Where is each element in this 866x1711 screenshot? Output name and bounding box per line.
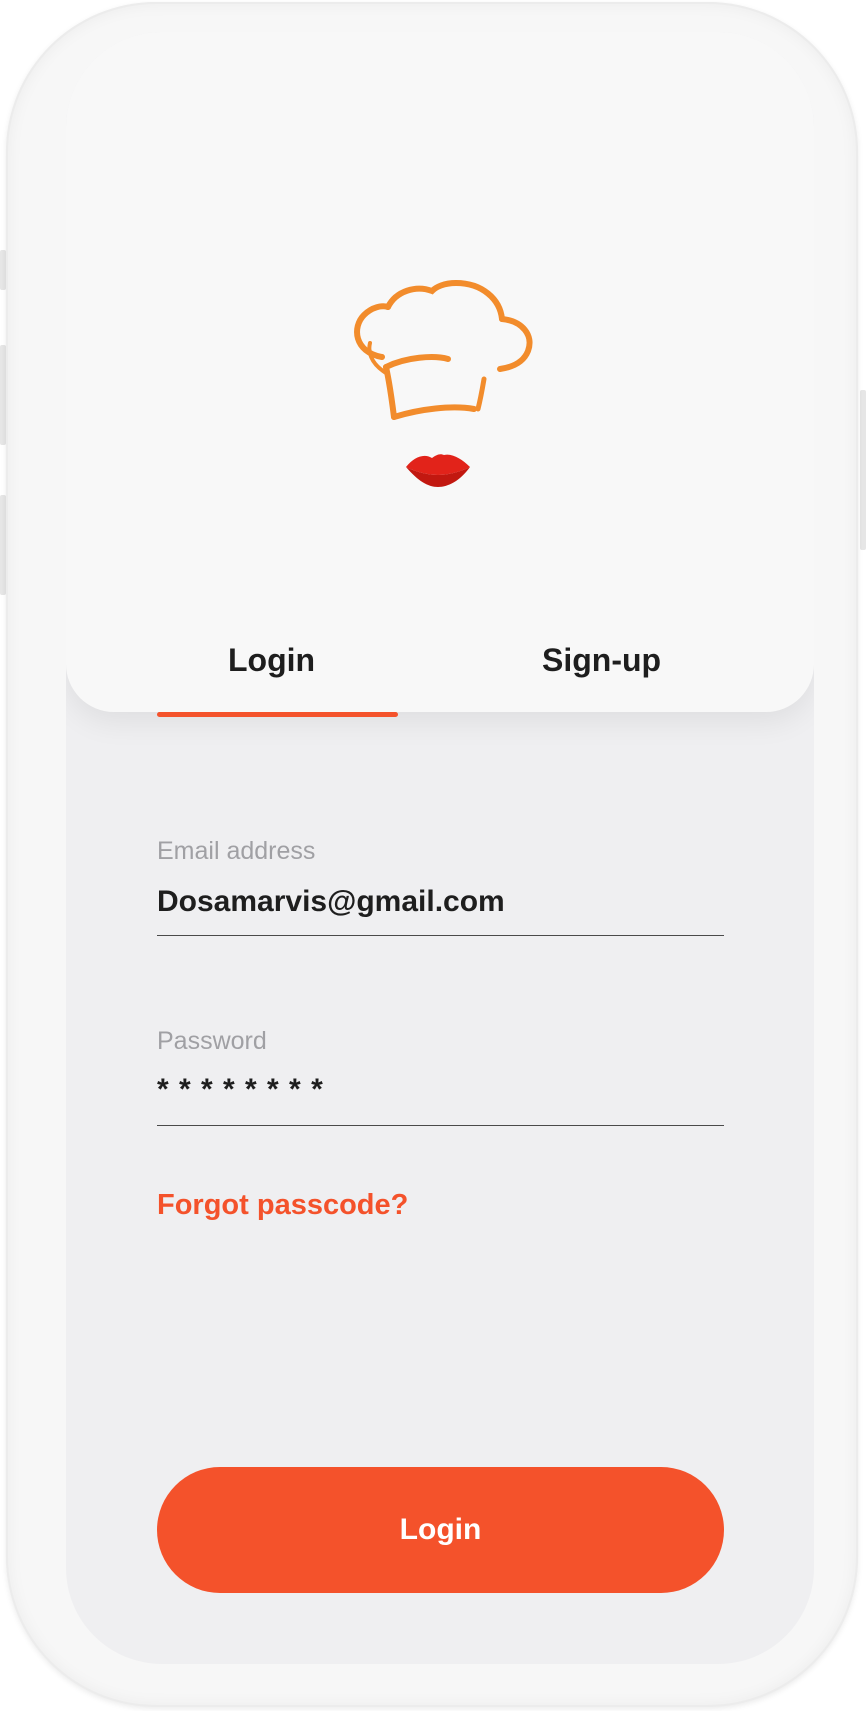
tab-signup[interactable]: Sign-up: [542, 642, 661, 679]
tab-login[interactable]: Login: [228, 642, 315, 679]
password-label: Password: [157, 1027, 267, 1055]
password-field[interactable]: [157, 1070, 723, 1110]
chef-hat-with-lips-icon: [354, 280, 533, 487]
email-label: Email address: [157, 837, 316, 865]
page: Login Sign-up Email address Password For…: [0, 0, 866, 1711]
device-power-button: [860, 390, 866, 550]
forgot-passcode-link[interactable]: Forgot passcode?: [157, 1189, 408, 1222]
app-screen: Login Sign-up Email address Password For…: [66, 32, 814, 1664]
header-card: Login Sign-up: [66, 32, 814, 712]
phone-frame: Login Sign-up Email address Password For…: [6, 2, 858, 1707]
active-tab-indicator: [157, 712, 398, 717]
login-button[interactable]: Login: [157, 1467, 724, 1593]
password-underline: [157, 1125, 724, 1126]
email-underline: [157, 935, 724, 936]
email-field[interactable]: [157, 882, 723, 922]
